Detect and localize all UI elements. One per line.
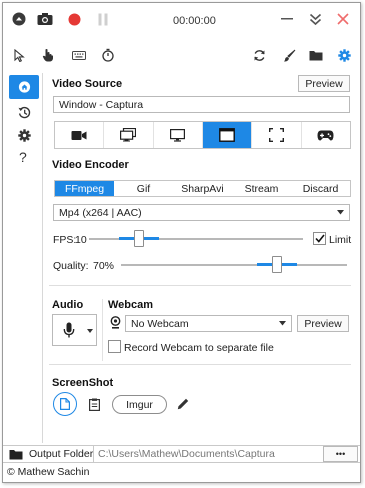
- clipboard-button[interactable]: [86, 396, 102, 412]
- video-encoder-title: Video Encoder: [52, 159, 129, 171]
- stopwatch-icon[interactable]: [101, 48, 115, 62]
- fps-value: 10: [75, 234, 87, 246]
- record-icon[interactable]: [66, 11, 82, 27]
- menu-circle-icon[interactable]: [11, 11, 27, 27]
- tab-gif[interactable]: Gif: [114, 181, 173, 196]
- source-game[interactable]: [302, 122, 350, 148]
- brush-icon[interactable]: [282, 48, 296, 62]
- tab-discard[interactable]: Discard: [291, 181, 350, 196]
- audio-dropdown-button[interactable]: [52, 314, 97, 346]
- fps-label: FPS:: [53, 234, 77, 246]
- nav-divider: [42, 73, 43, 443]
- output-path-field[interactable]: C:\Users\Mathew\Documents\Captura: [98, 448, 275, 460]
- quality-slider-thumb[interactable]: [272, 256, 282, 273]
- minimize-icon[interactable]: [279, 11, 295, 27]
- video-camera-icon: [71, 130, 87, 141]
- webcam-value: No Webcam: [131, 317, 189, 330]
- video-source-preview-button[interactable]: Preview: [298, 75, 350, 92]
- region-icon: [268, 128, 284, 142]
- webcam-separate-label: Record Webcam to separate file: [124, 342, 274, 354]
- gear-icon[interactable]: [337, 48, 351, 62]
- edit-button[interactable]: [175, 396, 191, 412]
- imgur-button[interactable]: Imgur: [112, 395, 167, 414]
- webcam-icon: [109, 316, 121, 329]
- gamepad-icon: [317, 130, 334, 141]
- chevron-down-icon: [279, 321, 286, 326]
- webcam-preview-button[interactable]: Preview: [297, 315, 349, 332]
- video-source-selector: [54, 121, 351, 149]
- footer-bottom-line: [3, 462, 360, 463]
- hand-icon[interactable]: [41, 48, 55, 62]
- source-screen[interactable]: [154, 122, 203, 148]
- audio-webcam-divider: [102, 299, 103, 361]
- video-source-field[interactable]: Window - Captura: [53, 96, 350, 113]
- tab-sharpavi[interactable]: SharpAvi: [173, 181, 232, 196]
- footer-divider: [3, 445, 360, 446]
- tab-ffmpeg[interactable]: FFmpeg: [55, 181, 114, 196]
- screens-icon: [120, 128, 137, 142]
- window-icon: [219, 128, 236, 142]
- chevron-down-icon: [337, 210, 344, 215]
- output-folder-label: Output Folder: [29, 448, 94, 460]
- close-icon[interactable]: [335, 11, 351, 27]
- source-region[interactable]: [252, 122, 302, 148]
- fps-slider[interactable]: [89, 227, 303, 251]
- settings-icon[interactable]: [16, 127, 32, 143]
- collapse-icon[interactable]: [307, 11, 323, 27]
- screenshot-title: ScreenShot: [52, 377, 114, 389]
- limit-checkbox[interactable]: [313, 232, 326, 245]
- browse-folder-button[interactable]: •••: [323, 446, 358, 462]
- section-divider-1: [49, 285, 351, 286]
- help-icon[interactable]: ?: [19, 149, 27, 165]
- quality-value: 70%: [93, 260, 115, 272]
- webcam-select[interactable]: No Webcam: [125, 315, 292, 332]
- history-icon[interactable]: [16, 104, 32, 120]
- source-webcam[interactable]: [55, 122, 105, 148]
- chevron-down-icon: [87, 329, 93, 333]
- pencil-icon: [177, 398, 189, 410]
- webcam-title: Webcam: [108, 299, 154, 311]
- output-path-divider: [93, 446, 94, 462]
- codec-value: Mp4 (x264 | AAC): [59, 206, 142, 219]
- captura-window: 00:00:00 ? Video Source Preview Window -…: [2, 2, 361, 483]
- keyboard-icon[interactable]: [71, 48, 87, 62]
- home-icon: [16, 80, 32, 94]
- source-screens[interactable]: [104, 122, 154, 148]
- folder-icon[interactable]: [308, 48, 324, 62]
- video-source-title: Video Source: [52, 78, 123, 90]
- source-window[interactable]: [202, 122, 253, 148]
- camera-icon[interactable]: [36, 11, 54, 27]
- audio-title: Audio: [52, 299, 84, 311]
- output-folder-icon: [8, 447, 24, 461]
- webcam-separate-checkbox[interactable]: [108, 340, 121, 353]
- quality-label: Quality:: [53, 260, 89, 272]
- limit-label: Limit: [329, 234, 352, 246]
- refresh-icon[interactable]: [252, 48, 266, 62]
- file-icon: [60, 398, 70, 410]
- section-divider-2: [49, 364, 351, 365]
- quality-slider-track: [121, 264, 347, 266]
- recording-timer: 00:00:00: [173, 15, 216, 27]
- cursor-icon[interactable]: [12, 48, 26, 62]
- encoder-tabs: FFmpeg Gif SharpAvi Stream Discard: [54, 180, 351, 197]
- fps-slider-thumb[interactable]: [134, 230, 144, 247]
- microphone-icon: [63, 322, 75, 339]
- tab-stream[interactable]: Stream: [232, 181, 291, 196]
- clipboard-icon: [88, 398, 100, 411]
- save-to-disk-button[interactable]: [53, 392, 77, 416]
- quality-slider[interactable]: [121, 253, 347, 277]
- pause-icon[interactable]: [95, 11, 111, 27]
- copyright-text: © Mathew Sachin: [7, 466, 90, 478]
- monitor-icon: [170, 128, 186, 142]
- codec-select[interactable]: Mp4 (x264 | AAC): [53, 204, 350, 221]
